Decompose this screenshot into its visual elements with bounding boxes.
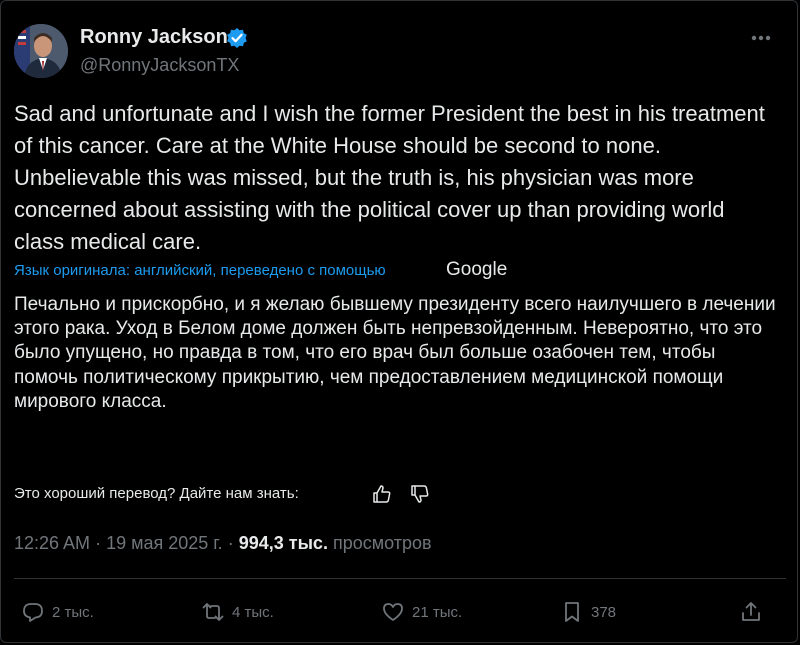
tweet-time[interactable]: 12:26 AM [14, 533, 90, 553]
views-label: просмотров [332, 533, 432, 553]
avatar[interactable] [14, 24, 68, 78]
translated-text: Печально и прискорбно, и я желаю бывшему… [14, 294, 776, 412]
views-count: 994,3 тыс. [238, 533, 328, 553]
like-button[interactable]: 21 тыс. [382, 600, 462, 624]
thumbs-down-icon[interactable] [410, 484, 430, 504]
tweet-meta: 12:26 AM · 19 мая 2025 г. · 994,3 тыс. п… [14, 533, 432, 554]
bookmark-count: 378 [591, 603, 617, 621]
reply-button[interactable]: 2 тыс. [22, 600, 94, 624]
repost-icon [202, 603, 224, 621]
bookmark-button[interactable]: 378 [561, 600, 616, 624]
tweet-date[interactable]: 19 мая 2025 г. [106, 533, 223, 553]
like-count: 21 тыс. [412, 603, 463, 621]
translation-feedback-prompt: Это хороший перевод? Дайте нам знать: [14, 485, 299, 502]
heart-icon [383, 603, 403, 621]
bookmark-icon [565, 602, 579, 622]
repost-count: 4 тыс. [232, 603, 274, 621]
more-options-icon[interactable] [746, 28, 776, 48]
tweet-text: Sad and unfortunate and I wish the forme… [14, 101, 765, 254]
meta-separator-2: · [227, 533, 234, 553]
share-button[interactable] [740, 600, 770, 624]
translation-label[interactable]: Язык оригинала: английский, переведено с… [14, 262, 386, 279]
author-name[interactable]: Ronny Jackson [80, 26, 228, 49]
reply-icon [23, 603, 43, 622]
reply-count: 2 тыс. [52, 603, 94, 621]
meta-separator: · [95, 533, 102, 553]
thumbs-up-icon[interactable] [372, 484, 392, 504]
repost-button[interactable]: 4 тыс. [202, 600, 274, 624]
divider [14, 578, 786, 579]
author-handle[interactable]: @RonnyJacksonTX [80, 55, 239, 76]
avatar-image [14, 24, 68, 78]
share-icon [742, 602, 760, 621]
verified-badge-icon [227, 28, 247, 48]
translation-provider-logo: Google [446, 259, 508, 280]
